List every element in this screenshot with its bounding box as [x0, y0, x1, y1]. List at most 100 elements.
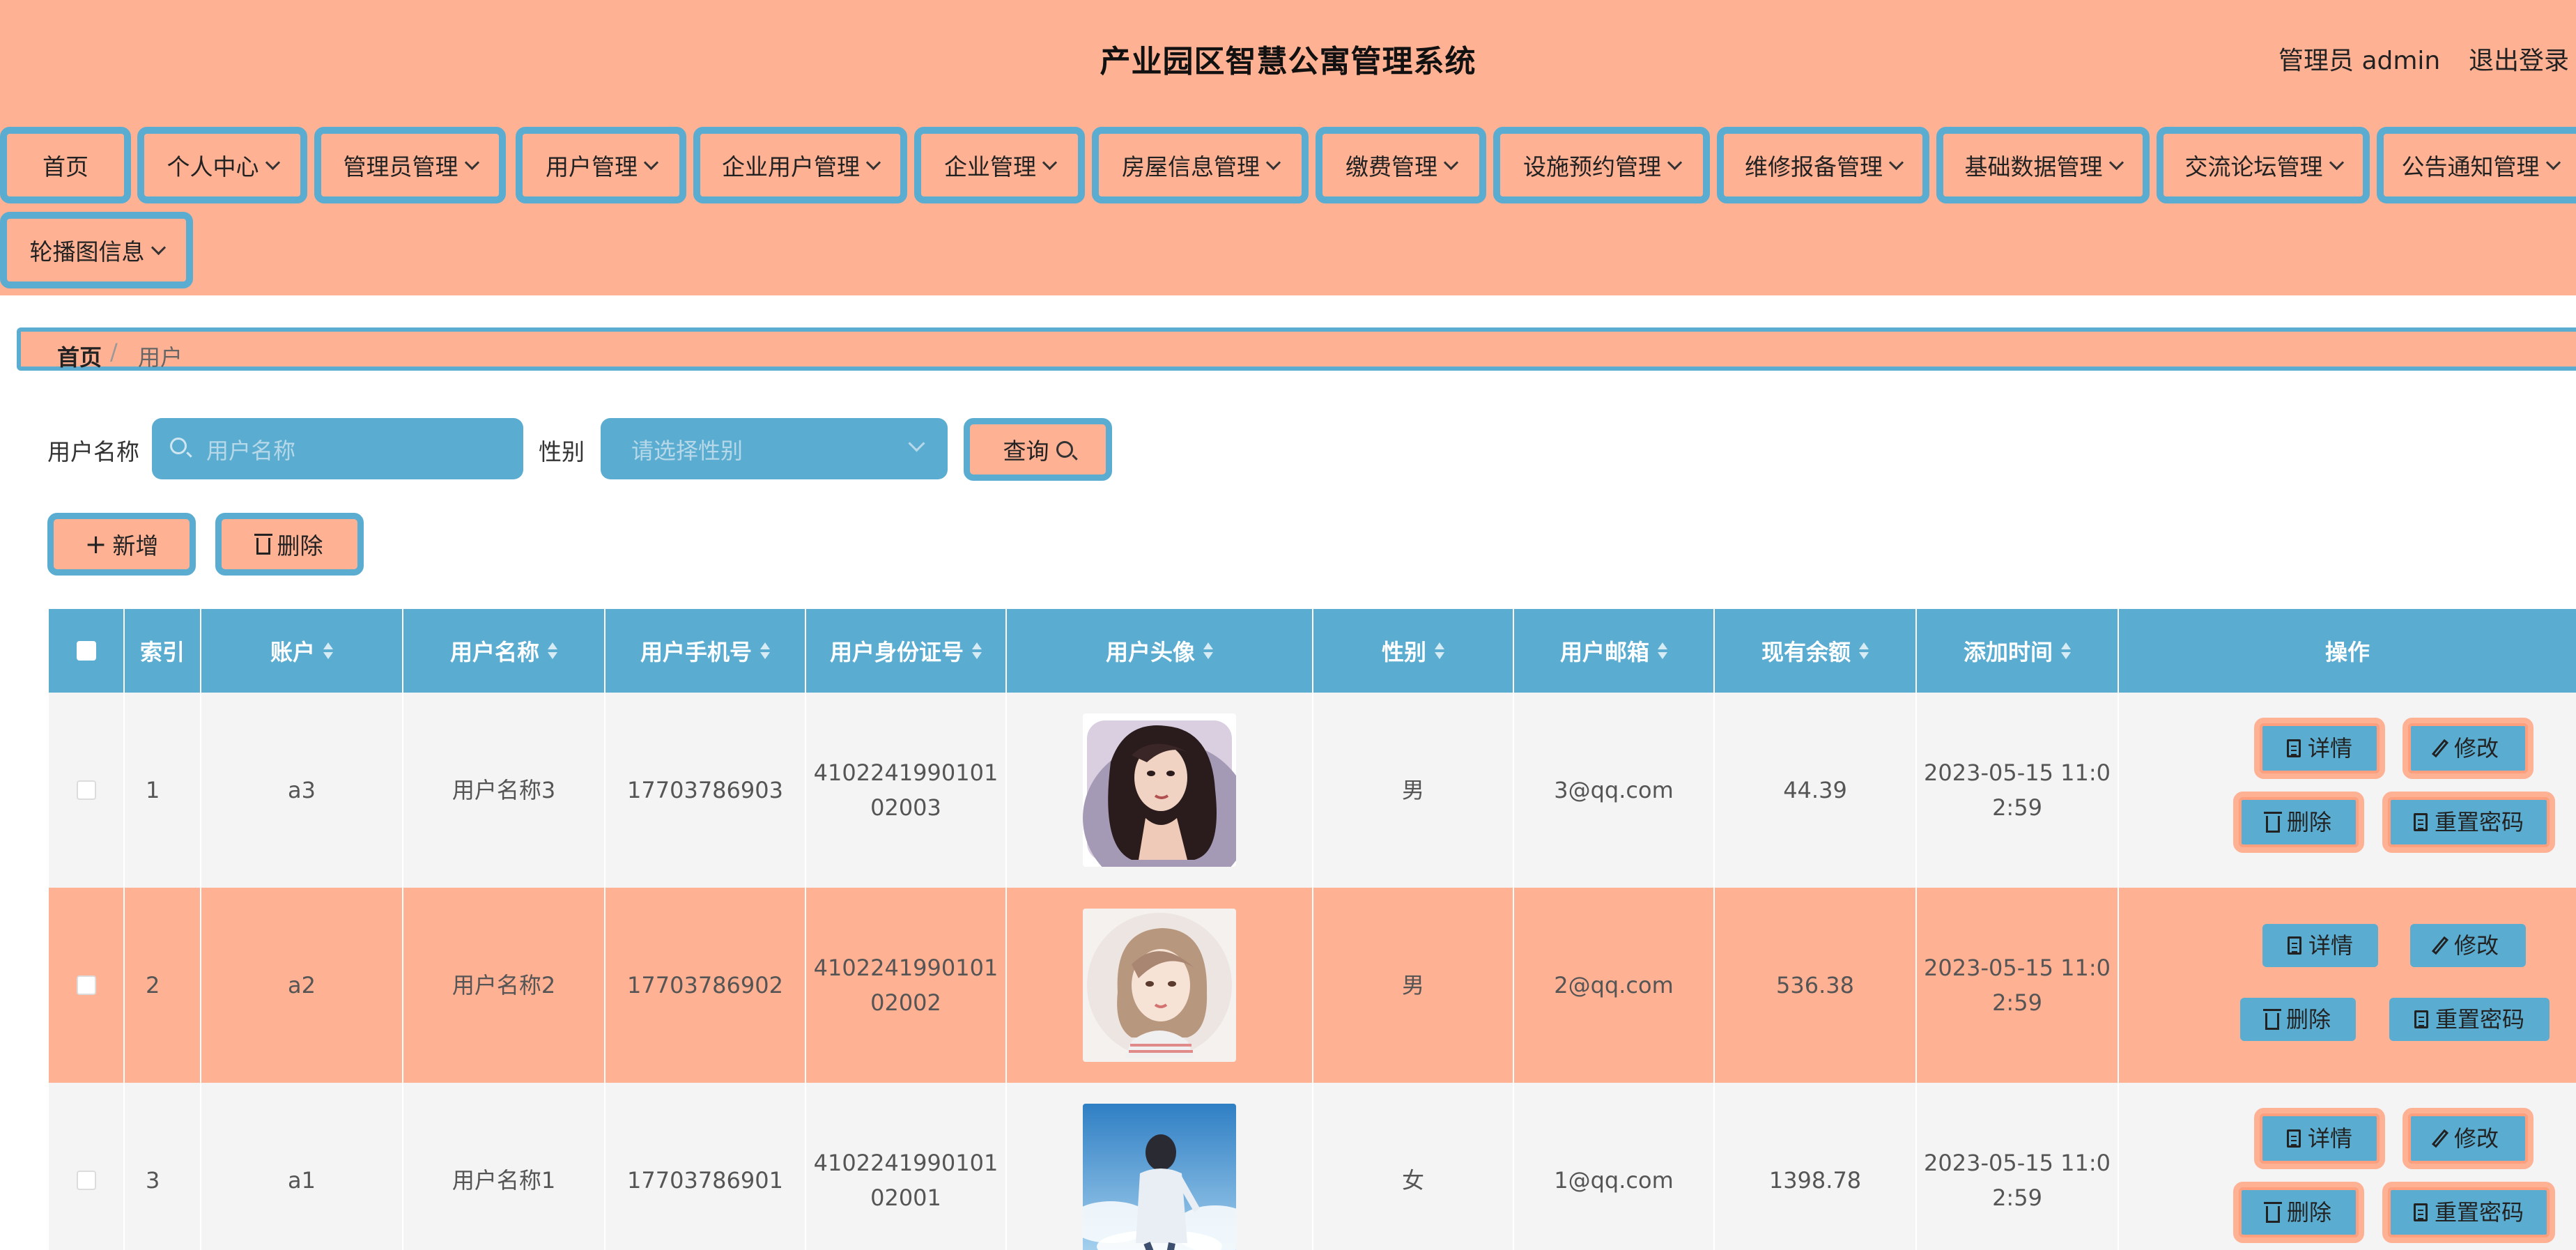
trash-icon	[254, 534, 272, 555]
cell-phone: 17703786902	[606, 888, 806, 1083]
reset-password-button[interactable]: 重置密码	[2382, 1182, 2555, 1243]
table-header: 索引 账户 用户名称 用户手机号 用户身份证号 用户头像 性别 用户邮箱 现有余…	[49, 609, 2576, 693]
edit-button[interactable]: 修改	[2410, 924, 2526, 967]
menu-item-label: 公告通知管理	[2401, 153, 2540, 180]
row-select-cell	[49, 693, 125, 888]
sort-icon[interactable]	[548, 641, 557, 661]
add-button[interactable]: + 新增	[47, 513, 196, 576]
row-checkbox[interactable]	[76, 780, 96, 800]
document-icon	[2286, 1129, 2301, 1148]
menu-item-carousel-info[interactable]: 轮播图信息	[0, 212, 193, 288]
menu-item-enterprise-user-management[interactable]: 企业用户管理	[693, 127, 907, 203]
menu-item-notice-management[interactable]: 公告通知管理	[2377, 127, 2576, 203]
menu-item-user-management[interactable]: 用户管理	[516, 127, 686, 203]
sort-icon[interactable]	[760, 641, 770, 661]
batch-delete-button[interactable]: 删除	[215, 513, 364, 576]
avatar[interactable]	[1083, 713, 1236, 867]
delete-label: 删除	[2286, 1199, 2331, 1226]
menu-item-basic-data-management[interactable]: 基础数据管理	[1936, 127, 2150, 203]
query-button[interactable]: 查询	[964, 418, 1112, 481]
sort-icon[interactable]	[1435, 641, 1444, 661]
cell-gender: 男	[1313, 888, 1514, 1083]
menu-item-payment-management[interactable]: 缴费管理	[1316, 127, 1486, 203]
row-checkbox[interactable]	[76, 1171, 96, 1190]
edit-button[interactable]: 修改	[2403, 718, 2533, 779]
avatar[interactable]	[1083, 1104, 1236, 1250]
cell-avatar	[1007, 693, 1313, 888]
column-header-label: 用户头像	[1105, 639, 1195, 665]
menu-item-label: 设施预约管理	[1523, 153, 1661, 180]
delete-button[interactable]: 删除	[2240, 998, 2356, 1041]
chevron-down-icon	[908, 435, 925, 452]
time-line: 2023-05-15 11:0	[1924, 955, 2111, 981]
cell-account: a3	[201, 693, 403, 888]
column-header-label: 用户身份证号	[829, 639, 964, 665]
sort-icon[interactable]	[1203, 641, 1213, 661]
avatar-image-woman-on-pillow	[1083, 713, 1236, 867]
column-header-added-time[interactable]: 添加时间	[1917, 609, 2119, 693]
column-header-gender[interactable]: 性别	[1313, 609, 1514, 693]
reset-password-button[interactable]: 重置密码	[2389, 998, 2550, 1041]
detail-button[interactable]: 详情	[2254, 718, 2385, 779]
user-table: 索引 账户 用户名称 用户手机号 用户身份证号 用户头像 性别 用户邮箱 现有余…	[49, 609, 2576, 1250]
sort-icon[interactable]	[1859, 641, 1869, 661]
cell-email: 1@qq.com	[1514, 1083, 1715, 1250]
menu-item-personal-center[interactable]: 个人中心	[137, 127, 307, 203]
column-header-label: 现有余额	[1761, 639, 1851, 665]
user-name-search-input[interactable]: 用户名称	[152, 418, 523, 479]
cell-id-number: 4102241990101 02002	[806, 888, 1007, 1083]
row-checkbox[interactable]	[76, 975, 96, 995]
trash-icon	[2263, 812, 2282, 833]
sort-icon[interactable]	[2061, 641, 2071, 661]
select-all-checkbox[interactable]	[76, 641, 96, 661]
menu-item-admin-management[interactable]: 管理员管理	[314, 127, 506, 203]
avatar-image-illustrated-girl	[1083, 909, 1236, 1062]
logout-link[interactable]: 退出登录	[2469, 40, 2569, 77]
edit-label: 修改	[2453, 1125, 2499, 1152]
menu-item-house-info-management[interactable]: 房屋信息管理	[1092, 127, 1309, 203]
column-header-id-number[interactable]: 用户身份证号	[806, 609, 1007, 693]
gender-select[interactable]: 请选择性别	[601, 418, 948, 479]
chevron-down-icon	[865, 155, 881, 170]
avatar[interactable]	[1083, 909, 1236, 1062]
column-header-label: 添加时间	[1963, 639, 2053, 665]
detail-label: 详情	[2307, 1125, 2352, 1152]
breadcrumb-home[interactable]: 首页	[57, 340, 102, 372]
column-header-account[interactable]: 账户	[201, 609, 403, 693]
row-select-cell	[49, 1083, 125, 1250]
column-header-avatar[interactable]: 用户头像	[1007, 609, 1313, 693]
menu-item-repair-management[interactable]: 维修报备管理	[1717, 127, 1929, 203]
menu-item-facility-booking-management[interactable]: 设施预约管理	[1493, 127, 1710, 203]
edit-button[interactable]: 修改	[2403, 1108, 2533, 1169]
reset-password-button[interactable]: 重置密码	[2382, 792, 2555, 853]
sort-icon[interactable]	[1658, 641, 1667, 661]
detail-label: 详情	[2308, 932, 2353, 959]
menu-item-label: 企业管理	[944, 153, 1036, 180]
detail-button[interactable]: 详情	[2262, 924, 2378, 967]
menu-item-forum-management[interactable]: 交流论坛管理	[2157, 127, 2370, 203]
cell-added-time: 2023-05-15 11:0 2:59	[1917, 693, 2119, 888]
sort-icon[interactable]	[323, 641, 333, 661]
menu-item-label: 企业用户管理	[722, 153, 860, 180]
column-header-phone[interactable]: 用户手机号	[606, 609, 806, 693]
column-header-email[interactable]: 用户邮箱	[1514, 609, 1715, 693]
gender-label: 性别	[539, 438, 585, 465]
detail-button[interactable]: 详情	[2254, 1108, 2385, 1169]
row-select-cell	[49, 888, 125, 1083]
menu-item-home[interactable]: 首页	[0, 127, 131, 203]
menu-item-enterprise-management[interactable]: 企业管理	[914, 127, 1085, 203]
delete-button[interactable]: 删除	[2233, 792, 2364, 853]
delete-button[interactable]: 删除	[2233, 1182, 2364, 1243]
menu-item-label: 交流论坛管理	[2184, 153, 2323, 180]
search-icon	[170, 438, 187, 454]
cell-account: a1	[201, 1083, 403, 1250]
column-header-label: 操作	[2324, 639, 2370, 665]
delete-label: 删除	[2285, 1006, 2331, 1033]
chevron-down-icon	[1265, 155, 1281, 170]
sort-icon[interactable]	[972, 641, 982, 661]
reset-password-label: 重置密码	[2434, 809, 2524, 835]
avatar-image-boy-under-sky	[1083, 1104, 1236, 1250]
cell-gender: 女	[1313, 1083, 1514, 1250]
column-header-user-name[interactable]: 用户名称	[403, 609, 606, 693]
column-header-balance[interactable]: 现有余额	[1715, 609, 1917, 693]
